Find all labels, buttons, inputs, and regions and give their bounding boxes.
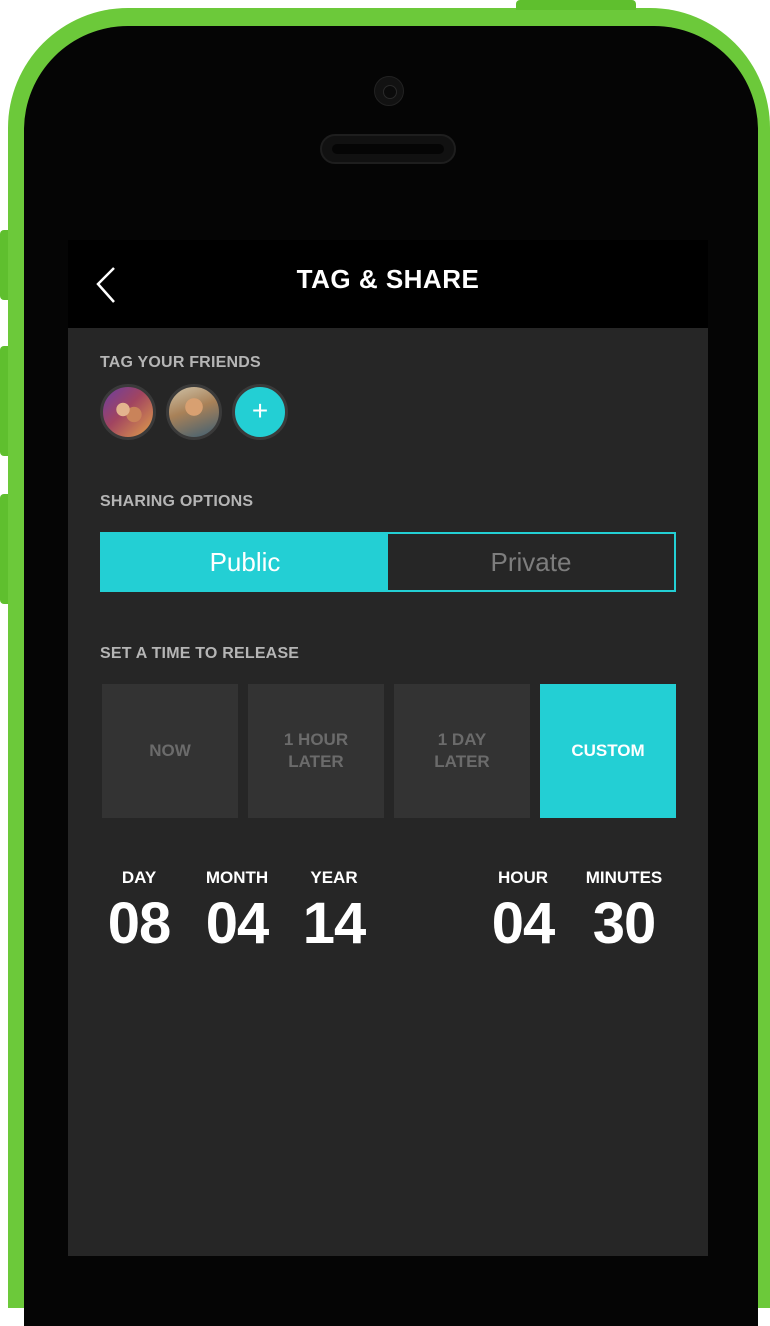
day-value[interactable]: 08 [98,890,180,957]
sharing-segmented-control: Public Private [100,532,676,592]
year-value[interactable]: 14 [294,890,374,957]
month-label: MONTH [205,868,269,887]
release-1-hour-line1: 1 HOUR [283,730,349,749]
page-title: TAG & SHARE [296,264,480,294]
minutes-value[interactable]: 30 [582,890,666,957]
camera-icon [374,76,404,106]
release-now-option[interactable]: NOW [102,684,238,818]
release-1-hour-line2: LATER [288,752,344,771]
mute-switch [0,230,8,300]
minutes-label: MINUTES [585,868,663,887]
sharing-options-label: SHARING OPTIONS [100,493,254,510]
speaker-grille [320,134,456,164]
power-button [516,0,636,10]
release-1-day-line1: 1 DAY [437,730,487,749]
release-1-hour-option[interactable]: 1 HOUR LATER [248,684,384,818]
volume-up-button [0,346,8,456]
release-1-day-line2: LATER [434,752,490,771]
release-now-text: NOW [149,740,191,762]
hour-label: HOUR [497,868,549,887]
month-value[interactable]: 04 [196,890,278,957]
friend-avatar-2[interactable] [166,384,222,440]
release-custom-line1: CUSTOM [571,741,645,760]
nav-bar: TAG & SHARE [68,240,708,328]
release-now-line1: NOW [149,741,191,760]
year-label: YEAR [310,868,358,887]
private-option[interactable]: Private [388,534,674,590]
release-time-label: SET A TIME TO RELEASE [100,645,300,662]
release-1-day-option[interactable]: 1 DAY LATER [394,684,530,818]
tag-friends-label: TAG YOUR FRIENDS [100,354,261,371]
hour-value[interactable]: 04 [482,890,564,957]
release-1-day-text: 1 DAY LATER [434,729,489,773]
add-friend-button[interactable]: + [232,384,288,440]
friend-avatar-1[interactable] [100,384,156,440]
public-option[interactable]: Public [102,534,388,590]
day-label: DAY [121,868,157,887]
volume-down-button [0,494,8,604]
app-screen: TAG & SHARE TAG YOUR FRIENDS + SHARING O… [68,240,708,1256]
release-custom-option[interactable]: CUSTOM [540,684,676,818]
release-1-hour-text: 1 HOUR LATER [284,729,348,773]
